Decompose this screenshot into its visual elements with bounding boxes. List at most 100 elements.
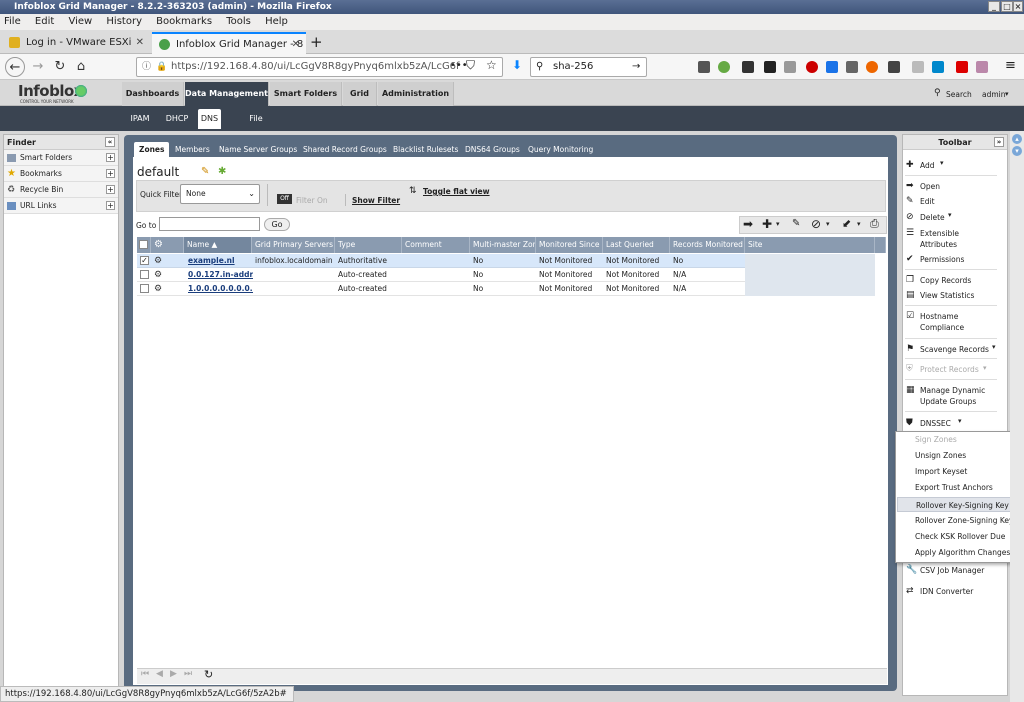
download-icon[interactable]: ⬇ [512, 58, 522, 72]
menu-view[interactable]: View [68, 16, 92, 27]
show-filter-link[interactable]: Show Filter [352, 196, 400, 205]
toolbar-permissions[interactable]: ✔ Permissions [905, 254, 964, 265]
column-header-type[interactable]: Type [335, 237, 402, 253]
extension-icon[interactable] [826, 61, 838, 73]
subnav-file-distribution[interactable]: File Distribution [228, 109, 284, 143]
page-scrollbar[interactable]: ▴ ▾ [1010, 131, 1024, 702]
nav-smart-folders[interactable]: Smart Folders [270, 82, 342, 106]
tab-blacklist-rulesets[interactable]: Blacklist Rulesets [393, 142, 458, 157]
dnssec-dropdown-icon[interactable]: ▾ [958, 417, 962, 425]
toolbar-hostname-compliance[interactable]: ☑ Hostname Compliance [905, 311, 964, 333]
edit-icon[interactable]: ✎ [792, 218, 800, 229]
menu-bookmarks[interactable]: Bookmarks [156, 16, 212, 27]
info-icon[interactable]: ⓘ [142, 58, 151, 76]
forward-icon[interactable]: → [28, 57, 48, 77]
extension-icon[interactable] [888, 61, 900, 73]
reload-icon[interactable]: ↻ [50, 57, 70, 77]
column-header-last-queried[interactable]: Last Queried [603, 237, 670, 253]
toolbar-add[interactable]: ✚ Add [905, 160, 935, 171]
url-bar[interactable]: ⓘ 🔒 https://192.168.4.80/ui/LcGgV8R8gyPn… [136, 57, 503, 77]
column-header-grid-primary-servers[interactable]: Grid Primary Servers [252, 237, 335, 253]
menu-item-check-ksk-rollover-due[interactable]: Check KSK Rollover Due [897, 529, 1015, 544]
search-go-icon[interactable]: → [632, 58, 640, 76]
row-checkbox[interactable] [140, 270, 149, 279]
select-all-checkbox[interactable] [139, 240, 148, 249]
extension-icon[interactable] [976, 61, 988, 73]
toolbar-csv-job-manager[interactable]: 🔧 CSV Job Manager [905, 565, 984, 576]
menu-item-export-trust-anchors[interactable]: Export Trust Anchors [897, 480, 1015, 495]
nav-administration[interactable]: Administration [378, 82, 454, 106]
tab-members[interactable]: Members [175, 142, 210, 157]
menu-item-sign-zones[interactable]: Sign Zones [897, 432, 1015, 447]
nav-data-management[interactable]: Data Management [185, 82, 269, 106]
toggle-flat-view-link[interactable]: Toggle flat view [423, 187, 490, 196]
toolbar-manage-dynamic-update-groups[interactable]: ▦ Manage Dynamic Update Groups [905, 385, 985, 407]
toolbar-extensible-attributes[interactable]: ☰ Extensible Attributes [905, 228, 959, 250]
tab-dns64-groups[interactable]: DNS64 Groups [465, 142, 520, 157]
hamburger-menu-icon[interactable]: ≡ [1005, 58, 1016, 73]
extension-icon[interactable] [718, 61, 730, 73]
menu-file[interactable]: File [4, 16, 21, 27]
column-header-site[interactable]: Site [745, 237, 875, 253]
column-header-comment[interactable]: Comment [402, 237, 470, 253]
user-menu[interactable]: admin [982, 90, 1006, 99]
extension-icon[interactable] [956, 61, 968, 73]
toolbar-view-statistics[interactable]: ▤ View Statistics [905, 290, 974, 301]
user-menu-chevron-icon[interactable]: ▾ [1005, 90, 1009, 98]
toolbar-dnssec[interactable]: ⛊ DNSSEC [905, 418, 951, 429]
menu-item-import-keyset[interactable]: Import Keyset [897, 464, 1015, 479]
export-icon[interactable]: ⬋ [842, 217, 851, 230]
column-settings-gear-icon[interactable]: ⚙ [151, 237, 184, 253]
protect-dropdown-icon[interactable]: ▾ [983, 364, 987, 372]
finder-item-url-links[interactable]: URL Links + [4, 198, 118, 214]
first-page-icon[interactable]: ⏮ [141, 669, 149, 679]
menu-help[interactable]: Help [265, 16, 288, 27]
close-tab-icon[interactable]: ✕ [292, 34, 300, 54]
extension-icon[interactable] [764, 61, 776, 73]
go-button[interactable]: Go [264, 218, 290, 231]
tab-name-server-groups[interactable]: Name Server Groups [219, 142, 297, 157]
finder-item-recycle-bin[interactable]: ♻ Recycle Bin + [4, 182, 118, 198]
subnav-ipam[interactable]: IPAM [127, 109, 153, 129]
open-arrow-icon[interactable]: ➡ [743, 217, 753, 231]
extension-icon[interactable] [742, 61, 754, 73]
extension-icon[interactable] [806, 61, 818, 73]
browser-tab-vmware[interactable]: Log in - VMware ESXi ✕ [2, 32, 150, 54]
extension-icon[interactable] [784, 61, 796, 73]
close-tab-icon[interactable]: ✕ [136, 32, 144, 54]
table-row[interactable]: ✓ ⚙ example.nl infoblox.localdomain Auth… [137, 254, 875, 268]
column-header-multi-master-zone[interactable]: Multi-master Zone [470, 237, 536, 253]
row-gear-icon[interactable]: ⚙ [154, 268, 162, 282]
add-plus-icon[interactable]: ✚ [762, 217, 772, 231]
finder-item-bookmarks[interactable]: ★ Bookmarks + [4, 166, 118, 182]
column-header-records-monitored[interactable]: Records Monitored [670, 237, 745, 253]
new-tab-icon[interactable]: + [310, 33, 323, 51]
expand-icon[interactable]: + [106, 169, 115, 178]
expand-icon[interactable]: + [106, 201, 115, 210]
finder-item-smart-folders[interactable]: Smart Folders + [4, 150, 118, 166]
disable-dropdown-icon[interactable]: ▾ [826, 220, 830, 228]
library-icon[interactable] [698, 61, 710, 73]
table-row[interactable]: ⚙ 0.0.127.in-addr.... Auto-created No No… [137, 268, 875, 282]
toolbar-protect-records[interactable]: ⛨ Protect Records [905, 364, 979, 375]
expand-icon[interactable]: + [106, 153, 115, 162]
extension-icon[interactable] [912, 61, 924, 73]
edit-pencil-icon[interactable]: ✎ [201, 166, 209, 177]
subnav-dhcp[interactable]: DHCP [163, 109, 191, 129]
toolbar-edit[interactable]: ✎ Edit [905, 196, 935, 207]
pocket-icon[interactable]: ⛉ [466, 58, 475, 73]
search-input[interactable]: ⚲ sha-256 → [530, 57, 647, 77]
refresh-icon[interactable]: ↻ [204, 668, 213, 681]
subnav-dns[interactable]: DNS [198, 109, 221, 129]
toolbar-idn-converter[interactable]: ⇄ IDN Converter [905, 586, 973, 597]
row-checkbox[interactable]: ✓ [140, 256, 149, 265]
zone-name-link[interactable]: example.nl [185, 254, 253, 268]
flat-view-icon[interactable]: ⇅ [409, 186, 417, 196]
last-page-icon[interactable]: ⏭ [184, 669, 192, 679]
next-page-icon[interactable]: ▶ [170, 669, 177, 679]
back-icon[interactable]: ← [5, 57, 25, 77]
extension-icon[interactable] [932, 61, 944, 73]
tab-zones[interactable]: Zones [134, 142, 170, 157]
column-header-monitored-since[interactable]: Monitored Since [536, 237, 603, 253]
toolbar-open[interactable]: ➡ Open [905, 181, 940, 192]
